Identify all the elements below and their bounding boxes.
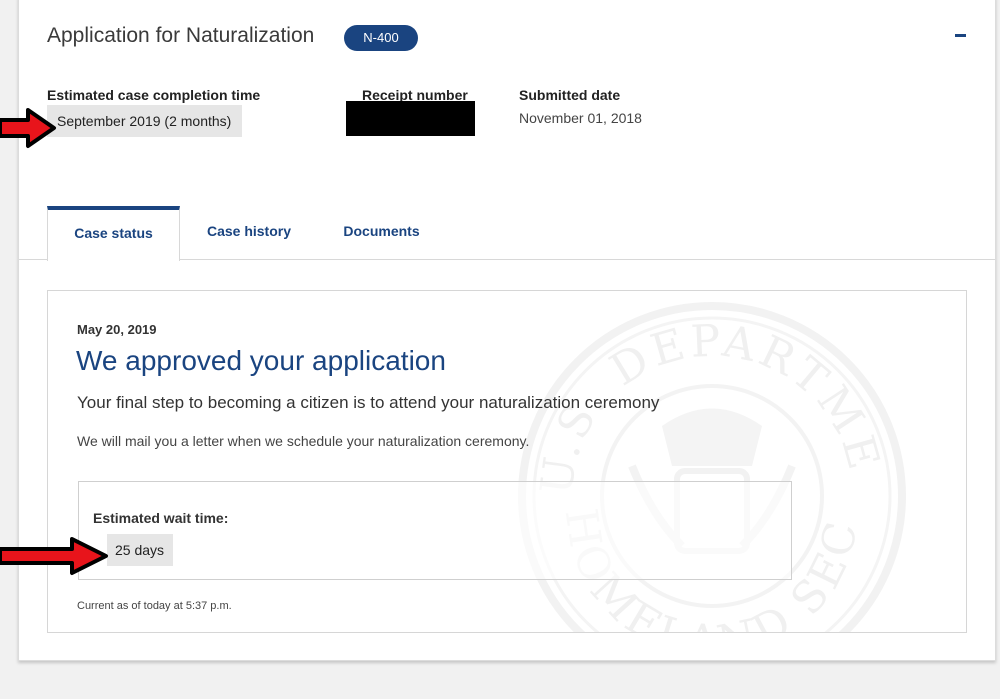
tab-documents[interactable]: Documents <box>329 206 434 260</box>
status-headline: We approved your application <box>76 345 446 376</box>
estimated-completion-label: Estimated case completion time <box>47 87 261 103</box>
tab-case-status[interactable]: Case status <box>47 206 180 261</box>
submitted-date-value: November 01, 2018 <box>519 110 642 126</box>
status-note: We will mail you a letter when we schedu… <box>77 433 530 449</box>
submitted-date-label: Submitted date <box>519 87 621 103</box>
receipt-number-redacted <box>346 101 475 136</box>
estimated-wait-label: Estimated wait time: <box>93 510 229 526</box>
application-title: Application for Naturalization <box>47 24 315 47</box>
estimated-completion-value: September 2019 (2 months) <box>47 105 242 137</box>
estimated-wait-box: Estimated wait time: 25 days <box>78 481 792 580</box>
application-card: Application for Naturalization N-400 Est… <box>18 0 996 661</box>
current-as-of: Current as of today at 5:37 p.m. <box>77 600 232 612</box>
form-badge: N-400 <box>344 25 418 51</box>
minus-icon[interactable] <box>953 23 969 43</box>
status-date: May 20, 2019 <box>77 322 157 337</box>
status-subheadline: Your final step to becoming a citizen is… <box>77 393 660 412</box>
dhs-seal-watermark-icon: U.S. DEPARTMENT OF HOMELAND SECURITY <box>512 296 906 632</box>
estimated-wait-value: 25 days <box>107 534 173 566</box>
annotation-arrow-icon <box>0 108 56 148</box>
tab-case-history[interactable]: Case history <box>194 206 304 260</box>
case-status-panel: U.S. DEPARTMENT OF HOMELAND SECURITY May… <box>47 290 967 633</box>
annotation-arrow-icon <box>0 537 108 575</box>
